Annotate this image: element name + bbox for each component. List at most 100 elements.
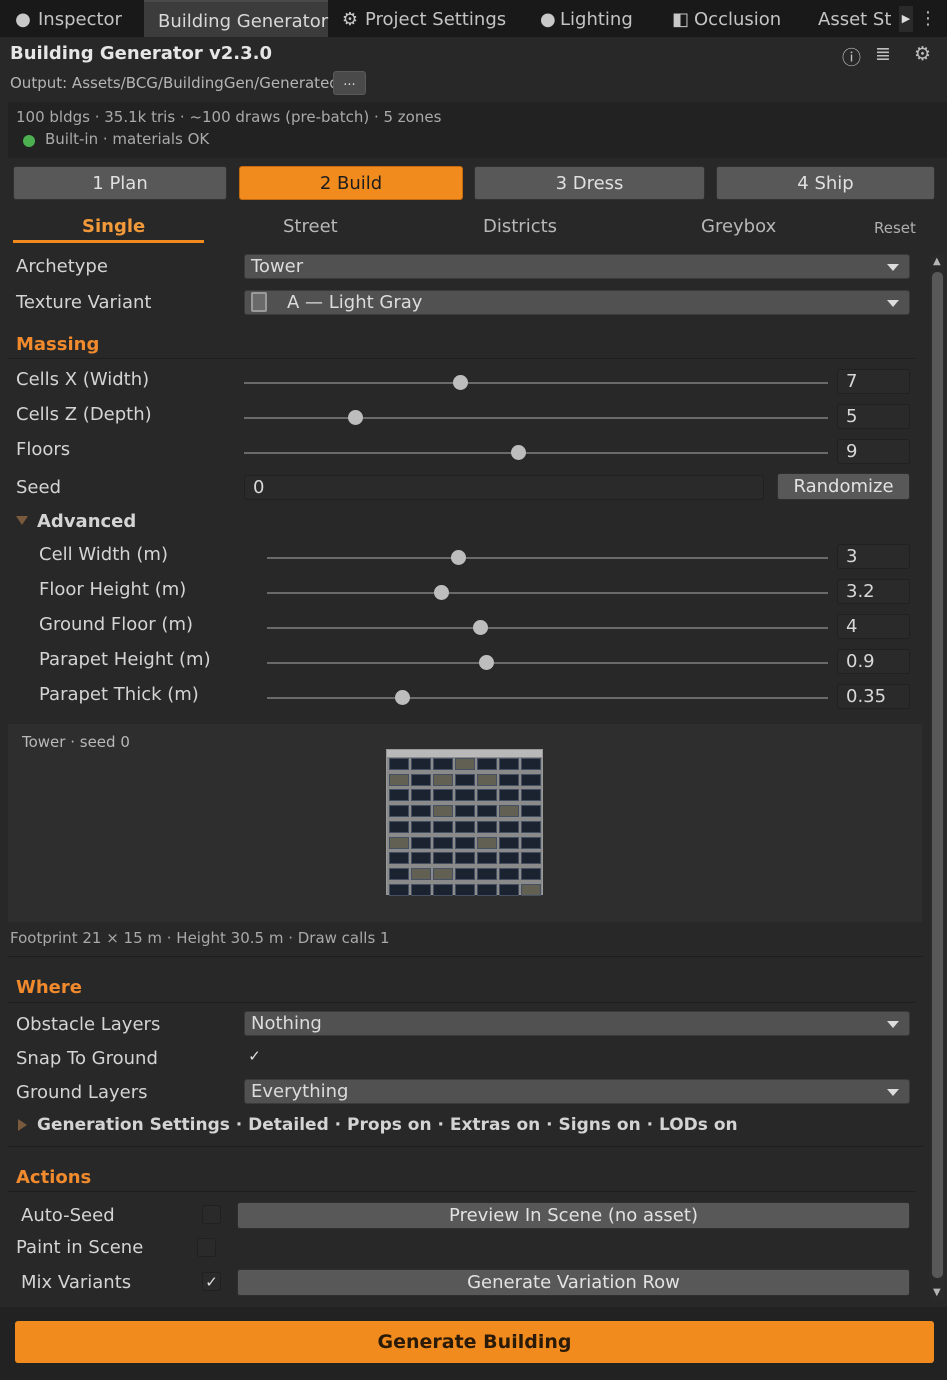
building-window	[521, 773, 541, 786]
tab-occlusion[interactable]: ◧ Occlusion	[672, 0, 781, 37]
cell-width-m-field[interactable]: 3	[837, 544, 910, 569]
tab-inspector[interactable]: ● Inspector	[14, 0, 122, 37]
divider	[8, 1191, 915, 1192]
seed-input[interactable]: 0	[244, 475, 764, 500]
ground-floor-m-field[interactable]: 4	[837, 614, 910, 639]
generation-settings-foldout[interactable]: Generation Settings · Detailed · Props o…	[37, 1115, 738, 1135]
subtab-greybox[interactable]: Greybox	[701, 216, 776, 237]
cells-x-width-slider-thumb[interactable]	[453, 375, 468, 390]
layout-icon[interactable]: ≣	[875, 43, 891, 65]
ground-layers-dropdown[interactable]: Everything	[244, 1079, 910, 1104]
building-window	[499, 867, 519, 880]
building-window	[499, 773, 519, 786]
tab-lighting[interactable]: ● Lighting	[540, 0, 633, 37]
floors-slider-track[interactable]	[244, 452, 828, 454]
building-window	[455, 805, 475, 818]
cell-width-m-slider-thumb[interactable]	[451, 550, 466, 565]
ground-floor-m-slider-track[interactable]	[267, 627, 828, 629]
parapet-thick-m-slider-thumb[interactable]	[395, 690, 410, 705]
parapet-thick-m-field[interactable]: 0.35	[837, 684, 910, 709]
scroll-up-icon[interactable]: ▲	[933, 256, 941, 267]
building-window	[521, 789, 541, 802]
building-window	[411, 820, 431, 833]
subtab-districts[interactable]: Districts	[483, 216, 557, 237]
parapet-height-m-slider-thumb[interactable]	[479, 655, 494, 670]
gear-icon: ⚙	[341, 9, 359, 30]
step-dress[interactable]: 3 Dress	[474, 166, 705, 200]
building-window	[499, 883, 519, 896]
cells-z-depth-field[interactable]: 5	[837, 404, 910, 429]
preview-in-scene-button[interactable]: Preview In Scene (no asset)	[237, 1202, 910, 1229]
ground-floor-m-label: Ground Floor (m)	[39, 614, 194, 635]
tab-overflow-arrow-icon[interactable]: ▶	[899, 6, 913, 32]
building-window	[521, 836, 541, 849]
cells-x-width-slider-track[interactable]	[244, 382, 828, 384]
building-window	[433, 836, 453, 849]
subtab-street[interactable]: Street	[283, 216, 338, 237]
chevron-down-icon	[887, 1021, 899, 1028]
reset-link[interactable]: Reset	[874, 219, 916, 237]
scroll-down-icon[interactable]: ▼	[933, 1287, 941, 1298]
tab-asset-store[interactable]: Asset St	[818, 0, 892, 37]
snap-to-ground-checkbox[interactable]: ✓	[245, 1047, 264, 1066]
tab-project-settings[interactable]: ⚙ Project Settings	[341, 0, 506, 37]
step-plan[interactable]: 1 Plan	[13, 166, 227, 200]
building-window	[389, 883, 409, 896]
paint-in-scene-checkbox[interactable]	[197, 1238, 216, 1257]
lightbulb-icon: ●	[540, 9, 556, 30]
foldout-closed-icon[interactable]	[18, 1119, 27, 1131]
scrollbar-thumb[interactable]	[932, 272, 943, 1278]
help-icon[interactable]: ⓘ	[842, 43, 861, 70]
building-window	[455, 867, 475, 880]
cells-z-depth-slider-track[interactable]	[244, 417, 828, 419]
mix-variants-checkbox[interactable]: ✓	[202, 1272, 221, 1291]
kebab-menu-icon[interactable]: ⋮	[919, 8, 937, 29]
tab-bar: ● Inspector Building Generator ⚙ Project S…	[0, 0, 947, 37]
building-window	[477, 789, 497, 802]
building-window	[477, 852, 497, 865]
building-parapet	[387, 750, 542, 757]
cells-x-width-field[interactable]: 7	[837, 369, 910, 394]
cell-width-m-slider-track[interactable]	[267, 557, 828, 559]
foldout-open-icon[interactable]	[16, 516, 28, 525]
obstacle-layers-dropdown[interactable]: Nothing	[244, 1011, 910, 1036]
archetype-dropdown[interactable]: Tower	[244, 254, 910, 279]
building-window	[521, 883, 541, 896]
subtab-single[interactable]: Single	[82, 216, 145, 237]
cells-x-width-label: Cells X (Width)	[16, 369, 150, 390]
parapet-height-m-slider-track[interactable]	[267, 662, 828, 664]
floor-height-m-label: Floor Height (m)	[39, 579, 187, 600]
building-window	[477, 773, 497, 786]
building-window	[477, 758, 497, 770]
floor-height-m-slider-track[interactable]	[267, 592, 828, 594]
step-ship[interactable]: 4 Ship	[716, 166, 935, 200]
floors-field[interactable]: 9	[837, 439, 910, 464]
building-window	[433, 773, 453, 786]
generate-variation-row-button[interactable]: Generate Variation Row	[237, 1269, 910, 1296]
generate-building-button[interactable]: Generate Building	[15, 1321, 934, 1363]
building-window	[389, 773, 409, 786]
preview-label: Tower · seed 0	[22, 733, 130, 751]
where-header: Where	[16, 977, 82, 998]
browse-output-button[interactable]: ...	[333, 71, 366, 95]
texture-variant-dropdown[interactable]: A — Light Gray	[244, 290, 910, 315]
floor-height-m-slider-thumb[interactable]	[434, 585, 449, 600]
parapet-height-m-field[interactable]: 0.9	[837, 649, 910, 674]
building-window	[433, 789, 453, 802]
step-build[interactable]: 2 Build	[239, 166, 463, 200]
archetype-label: Archetype	[16, 256, 108, 277]
tab-building-generator[interactable]: Building Generator	[144, 0, 328, 37]
floor-height-m-field[interactable]: 3.2	[837, 579, 910, 604]
floors-slider-thumb[interactable]	[511, 445, 526, 460]
building-window	[411, 758, 431, 770]
cells-z-depth-slider-thumb[interactable]	[348, 410, 363, 425]
parapet-thick-m-slider-track[interactable]	[267, 697, 828, 699]
advanced-foldout[interactable]: Advanced	[37, 511, 136, 532]
building-window	[455, 773, 475, 786]
ground-floor-m-slider-thumb[interactable]	[473, 620, 488, 635]
settings-gear-icon[interactable]: ⚙	[914, 43, 931, 65]
randomize-button[interactable]: Randomize	[777, 473, 910, 500]
building-window	[521, 852, 541, 865]
building-window	[521, 758, 541, 770]
auto-seed-checkbox[interactable]	[202, 1205, 221, 1224]
